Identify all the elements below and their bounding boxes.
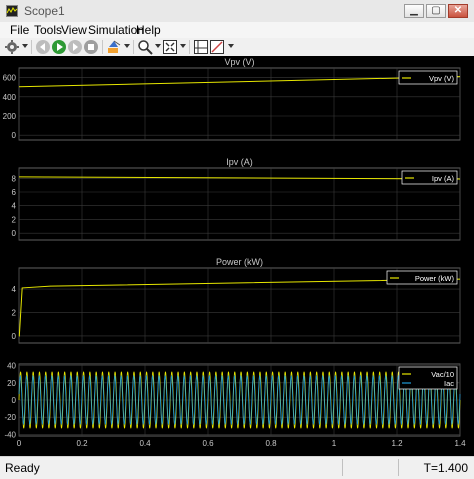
cursor-measure-icon[interactable]: [193, 39, 209, 55]
axes-3: [18, 267, 461, 344]
y-tick-label: 2: [12, 309, 17, 318]
scope-app-icon: [6, 5, 18, 17]
toolbar-separator: [133, 40, 134, 54]
menu-file[interactable]: File: [10, 23, 29, 37]
x-tick-label: 0.8: [265, 439, 277, 448]
legend-label: Vpv (V): [429, 74, 455, 83]
y-tick-label: 4: [12, 202, 17, 211]
y-tick-label: -40: [4, 430, 16, 439]
y-tick-label: -20: [4, 413, 16, 422]
y-tick-label: 20: [7, 379, 16, 388]
stop-icon[interactable]: [83, 39, 99, 55]
y-tick-label: 8: [12, 174, 17, 183]
status-text: Ready: [5, 461, 40, 475]
menu-help[interactable]: Help: [136, 23, 161, 37]
axes-title: Power (kW): [216, 257, 263, 267]
menu-view[interactable]: View: [61, 23, 87, 37]
settings-icon[interactable]: [4, 39, 20, 55]
triggers-dropdown-icon[interactable]: [228, 44, 234, 48]
step-back-icon[interactable]: [35, 39, 51, 55]
x-tick-label: 0.6: [202, 439, 214, 448]
axes-frame: [18, 67, 461, 141]
settings-dropdown-icon[interactable]: [22, 44, 28, 48]
y-tick-label: 0: [12, 131, 17, 140]
axes-title: Ipv (A): [226, 157, 253, 167]
menu-tools[interactable]: Tools: [34, 23, 62, 37]
maximize-button[interactable]: ▢: [426, 4, 446, 18]
window-title-bar: Scope1 ▁ ▢ ✕: [0, 0, 474, 23]
y-tick-label: 4: [12, 285, 17, 294]
toolbar-separator: [189, 40, 190, 54]
fit-to-view-icon[interactable]: [162, 39, 178, 55]
window-title: Scope1: [24, 4, 65, 18]
x-tick-label: 0.4: [139, 439, 151, 448]
x-tick-label: 0.2: [76, 439, 88, 448]
y-tick-label: 6: [12, 188, 17, 197]
scope-axes-canvas: 0200400600Vpv (V)Vpv (V)02468Ipv (A)Ipv …: [3, 57, 466, 448]
y-tick-label: 200: [3, 112, 17, 121]
close-button[interactable]: ✕: [448, 4, 468, 18]
status-bar: Ready T=1.400: [0, 456, 474, 479]
highlight-dropdown-icon[interactable]: [124, 44, 130, 48]
step-forward-icon[interactable]: [67, 39, 83, 55]
zoom-dropdown-icon[interactable]: [155, 44, 161, 48]
y-tick-label: 0: [12, 332, 17, 341]
y-tick-label: 40: [7, 362, 16, 371]
y-tick-label: 400: [3, 93, 17, 102]
highlight-icon[interactable]: [106, 39, 122, 55]
x-tick-label: 0: [17, 439, 22, 448]
toolbar-separator: [102, 40, 103, 54]
y-tick-label: 0: [12, 229, 17, 238]
scope-plot-area: 0 200 400 600 Vpv (V) Vpv (V) 0 2 4 6 8 Ipv (A) Ipv …: [0, 56, 474, 456]
minimize-button[interactable]: ▁: [404, 4, 424, 18]
fit-dropdown-icon[interactable]: [180, 44, 186, 48]
simulation-time: T=1.400: [423, 461, 468, 475]
axes-4: [18, 363, 461, 437]
status-separator: [342, 459, 343, 476]
toolbar-separator: [31, 40, 32, 54]
toolbar: [0, 38, 474, 57]
zoom-icon[interactable]: [137, 39, 153, 55]
x-tick-label: 1.4: [454, 439, 466, 448]
x-tick-label: 1.2: [391, 439, 403, 448]
legend-label: Vac/10: [431, 370, 454, 379]
axes-2: [18, 167, 461, 241]
legend-label: Iac: [444, 379, 454, 388]
status-separator: [398, 459, 399, 476]
menu-bar: File Tools View Simulation Help: [0, 22, 474, 38]
axes-title: Vpv (V): [224, 57, 254, 67]
legend-label: Power (kW): [415, 274, 455, 283]
y-tick-label: 600: [3, 74, 17, 83]
legend-label: Ipv (A): [432, 174, 455, 183]
triggers-icon[interactable]: [209, 39, 225, 55]
y-tick-label: 2: [12, 215, 17, 224]
y-tick-label: 0: [12, 396, 17, 405]
axes-1: [18, 67, 461, 141]
x-tick-label: 1: [332, 439, 337, 448]
run-icon[interactable]: [51, 39, 67, 55]
